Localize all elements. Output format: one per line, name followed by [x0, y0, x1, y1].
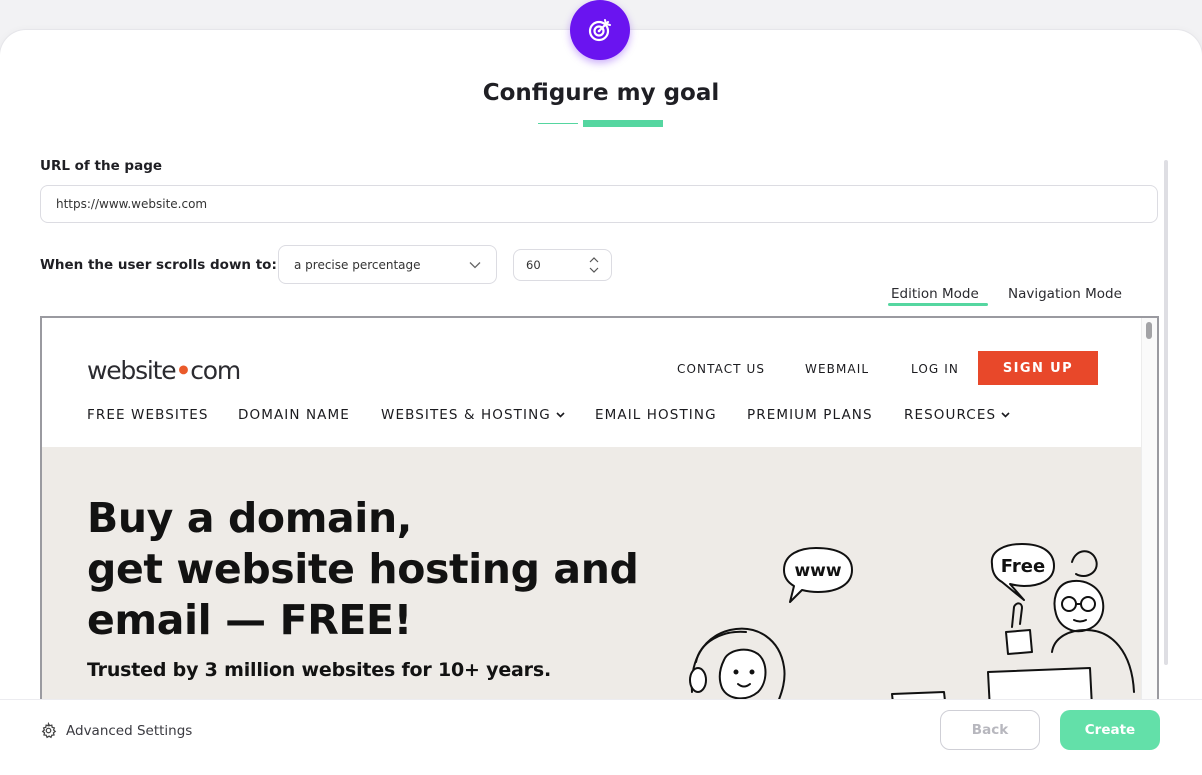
dialog-title: Configure my goal — [482, 80, 720, 106]
nav-label: WEBSITES & HOSTING — [381, 407, 551, 423]
advanced-settings-label: Advanced Settings — [66, 722, 193, 739]
chevron-down-icon — [556, 412, 565, 418]
back-button[interactable]: Back — [940, 710, 1040, 750]
logo-dot: • — [175, 356, 191, 385]
chevron-down-icon — [1001, 412, 1010, 418]
nav-websites-hosting[interactable]: WEBSITES & HOSTING — [381, 407, 565, 423]
nav-label: RESOURCES — [904, 407, 997, 423]
target-icon — [588, 19, 611, 42]
scroll-mode-value: a precise percentage — [294, 257, 421, 272]
hero-illustration: www Free — [689, 543, 1135, 700]
url-label: URL of the page — [40, 158, 163, 174]
stepper-up-icon[interactable] — [589, 257, 599, 263]
hero-section: Buy a domain, get website hosting and em… — [42, 447, 1142, 700]
title-underline-thin — [538, 123, 578, 124]
contact-us-link[interactable]: CONTACT US — [677, 362, 765, 376]
title-underline-thick — [583, 120, 663, 127]
stepper-down-icon[interactable] — [589, 267, 599, 273]
logo-text-2: com — [190, 356, 241, 385]
preview-scrollbar[interactable] — [1141, 318, 1157, 700]
chevron-down-icon — [469, 261, 481, 268]
webmail-link[interactable]: WEBMAIL — [805, 362, 869, 376]
tab-navigation-mode[interactable]: Navigation Mode — [1008, 286, 1122, 302]
scroll-mode-select[interactable]: a precise percentage — [278, 245, 497, 284]
goal-badge — [570, 0, 630, 60]
logo-text-1: website — [87, 356, 177, 385]
website-preview[interactable]: website•com CONTACT US WEBMAIL LOG IN SI… — [40, 316, 1159, 700]
nav-domain-name[interactable]: DOMAIN NAME — [238, 407, 350, 423]
percentage-value: 60 — [526, 258, 541, 272]
nav-premium-plans[interactable]: PREMIUM PLANS — [747, 407, 873, 423]
log-in-link[interactable]: LOG IN — [911, 362, 959, 376]
hero-title: Buy a domain, get website hosting and em… — [87, 493, 687, 646]
create-button[interactable]: Create — [1060, 710, 1160, 750]
percentage-stepper[interactable]: 60 — [513, 249, 612, 281]
hero-subtitle: Trusted by 3 million websites for 10+ ye… — [87, 659, 551, 681]
gear-icon — [41, 722, 57, 739]
nav-email-hosting[interactable]: EMAIL HOSTING — [595, 407, 717, 423]
www-bubble-text: www — [794, 561, 841, 581]
tab-edition-mode[interactable]: Edition Mode — [891, 286, 979, 302]
nav-label: FREE WEBSITES — [87, 407, 209, 423]
hero-line-2: get website hosting and — [87, 545, 639, 593]
site-header: website•com CONTACT US WEBMAIL LOG IN SI… — [42, 318, 1142, 447]
active-tab-indicator — [888, 303, 988, 306]
site-logo[interactable]: website•com — [87, 356, 241, 385]
nav-label: EMAIL HOSTING — [595, 407, 717, 423]
nav-label: DOMAIN NAME — [238, 407, 350, 423]
hero-line-3: email — FREE! — [87, 596, 412, 644]
advanced-settings-link[interactable]: Advanced Settings — [40, 722, 192, 739]
dialog-scrollbar[interactable] — [1164, 160, 1168, 665]
nav-resources[interactable]: RESOURCES — [904, 407, 1010, 423]
nav-label: PREMIUM PLANS — [747, 407, 873, 423]
sign-up-button[interactable]: SIGN UP — [978, 351, 1098, 385]
nav-free-websites[interactable]: FREE WEBSITES — [87, 407, 209, 423]
scroll-label: When the user scrolls down to: — [40, 257, 277, 273]
free-bubble-text: Free — [1001, 556, 1045, 577]
url-input[interactable] — [40, 185, 1158, 223]
hero-line-1: Buy a domain, — [87, 494, 412, 542]
preview-scrollbar-thumb[interactable] — [1146, 322, 1152, 339]
